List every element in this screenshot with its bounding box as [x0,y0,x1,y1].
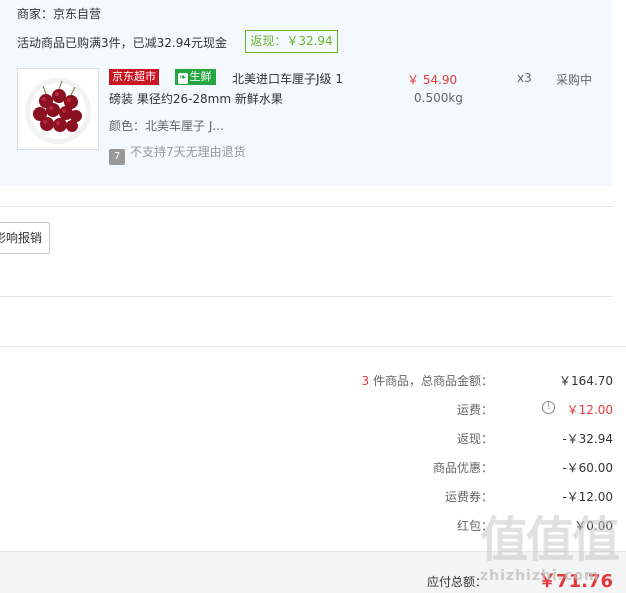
product-name-line2: 磅装 果径约26-28mm 新鲜水果 [109,92,283,106]
divider [0,346,626,347]
divider [0,296,613,297]
product-quantity: x3 [517,71,532,85]
goods-count-text: 件商品，总商品金额： [369,374,493,388]
seven-day-icon: 7 [109,149,125,165]
shipping-label: 运费： [456,403,493,417]
summary-shipping-coupon: 运费券： -￥12.00 [300,488,613,506]
shipping-coupon-label: 运费券： [444,490,493,504]
fresh-tag: ❧ 生鲜 [175,69,216,85]
product-color: 颜色：北美车厘子 J... [109,119,224,133]
reimbursement-button[interactable]: 影响报销 [0,222,50,254]
no-return-label: 不支持7天无理由退货 [130,145,246,159]
goods-count-label: 3 件商品，总商品金额： [362,372,493,389]
summary-cashback: 返现： -￥32.94 [300,430,613,448]
divider [0,206,613,207]
product-weight: 0.500kg [414,91,463,105]
cashback-value: -￥32.94 [562,432,613,446]
cashback-badge: 返现：￥32.94 [245,30,338,53]
fresh-tag-label: 生鲜 [189,70,212,83]
order-card: 商家：京东自营 活动商品已购满3件，已减32.94元现金 返现：￥32.94 北… [0,0,613,186]
jd-supermarket-tag: 京东超市 [109,69,159,85]
payable-label: 应付总额： [426,575,487,589]
info-icon[interactable]: ! [542,401,555,414]
product-name-line1: 北美进口车厘子J级 1 [232,72,343,86]
discount-label: 商品优惠： [432,461,493,475]
promo-text: 活动商品已购满3件，已减32.94元现金 [17,36,227,50]
cashback-label: 返现： [456,432,493,446]
purchase-status: 采购中 [556,73,593,87]
discount-value: -￥60.00 [562,461,613,475]
watermark-logo: 值值值 [480,512,620,568]
merchant-name: 商家：京东自营 [17,7,102,21]
summary-discount: 商品优惠： -￥60.00 [300,459,613,477]
cherries-image [25,78,91,144]
watermark-text: zhizhizhi.com [480,568,600,584]
leaf-icon: ❧ [178,73,188,84]
summary-goods-total: 3 件商品，总商品金额： ￥164.70 [300,372,613,390]
product-price: ￥ 54.90 [407,73,458,87]
no-return-notice: 7 不支持7天无理由退货 [109,143,246,165]
goods-total-value: ￥164.70 [559,374,613,388]
product-image[interactable] [17,68,99,150]
summary-shipping: 运费： ! ￥12.00 [300,401,613,419]
shipping-coupon-value: -￥12.00 [562,490,613,504]
site-watermark: 值值值 zhizhizhi.com [480,512,620,590]
shipping-value: ￥12.00 [566,403,613,417]
